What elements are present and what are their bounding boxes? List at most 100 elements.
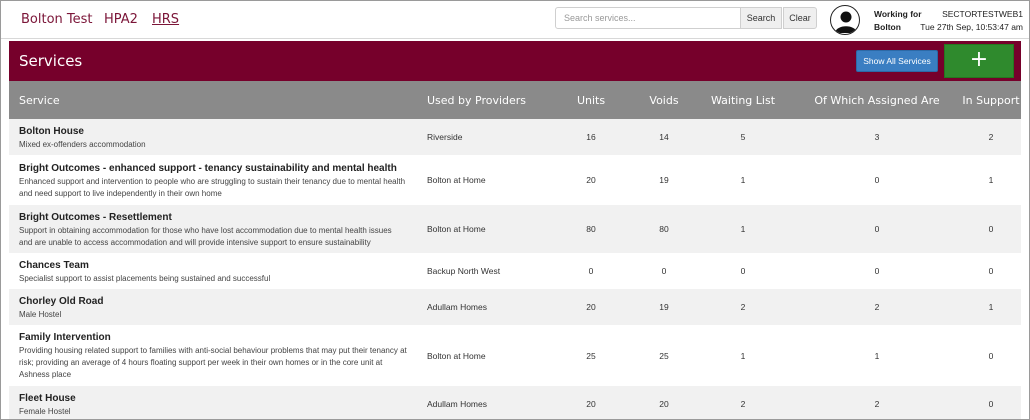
service-description: Specialist support to assist placements … bbox=[19, 273, 271, 283]
add-service-button[interactable]: + bbox=[944, 44, 1014, 78]
voids-cell: 25 bbox=[659, 350, 669, 361]
table-row[interactable]: Chorley Old Road Male Hostel Adullam Hom… bbox=[9, 289, 1021, 325]
assigned-cell: 3 bbox=[874, 132, 880, 142]
current-datetime: Tue 27th Sep, 10:53:47 am bbox=[920, 22, 1023, 32]
working-for: Working for Bolton bbox=[874, 8, 922, 34]
app-window: Bolton Test HPA2 HRS Search Clear Workin… bbox=[0, 0, 1030, 420]
in-support-cell: 2 bbox=[988, 132, 994, 142]
voids-cell: 14 bbox=[659, 132, 669, 142]
service-description: Support in obtaining accommodation for t… bbox=[19, 225, 392, 247]
waiting-list-cell: 2 bbox=[740, 399, 746, 409]
working-for-label: Working for bbox=[874, 9, 922, 19]
show-all-services-button[interactable]: Show All Services bbox=[856, 50, 938, 72]
column-header-in-support[interactable]: In Support bbox=[961, 81, 1021, 119]
column-header-voids[interactable]: Voids bbox=[635, 81, 693, 119]
in-support-cell: 0 bbox=[988, 266, 994, 276]
service-cell: Bright Outcomes - Resettlement Support i… bbox=[9, 205, 417, 253]
table-row[interactable]: Fleet House Female Hostel Adullam Homes … bbox=[9, 386, 1021, 419]
provider-cell: Riverside bbox=[427, 132, 463, 142]
nav-link-hpa2[interactable]: HPA2 bbox=[104, 12, 138, 27]
plus-icon: + bbox=[969, 47, 989, 72]
in-support-cell: 0 bbox=[988, 224, 994, 234]
in-support-cell: 1 bbox=[988, 302, 994, 312]
system-info: SECTORTESTWEB1 Tue 27th Sep, 10:53:47 am bbox=[920, 8, 1023, 34]
units-cell: 20 bbox=[586, 175, 596, 185]
service-description: Mixed ex-offenders accommodation bbox=[19, 139, 146, 149]
clear-button[interactable]: Clear bbox=[783, 7, 817, 29]
table-row[interactable]: Bright Outcomes - enhanced support - ten… bbox=[9, 155, 1021, 205]
assigned-cell: 1 bbox=[874, 350, 880, 361]
user-icon bbox=[835, 11, 857, 33]
waiting-list-cell: 2 bbox=[740, 302, 746, 312]
voids-cell: 20 bbox=[659, 399, 669, 409]
in-support-cell: 1 bbox=[988, 175, 994, 185]
assigned-cell: 2 bbox=[874, 302, 880, 312]
service-description: Enhanced support and intervention to peo… bbox=[19, 176, 406, 198]
column-header-waiting-list[interactable]: Waiting List bbox=[693, 81, 793, 119]
provider-cell: Bolton at Home bbox=[427, 175, 486, 185]
page-title: Services bbox=[19, 52, 83, 70]
nav-brand-link[interactable]: Bolton Test bbox=[21, 12, 93, 27]
services-table: Service Used by Providers Units Voids Wa… bbox=[9, 81, 1021, 419]
assigned-cell: 0 bbox=[874, 224, 880, 234]
service-description: Female Hostel bbox=[19, 406, 71, 416]
assigned-cell: 2 bbox=[874, 399, 880, 409]
service-cell: Fleet House Female Hostel bbox=[9, 386, 417, 419]
service-cell: Bright Outcomes - enhanced support - ten… bbox=[9, 155, 417, 205]
system-name: SECTORTESTWEB1 bbox=[942, 9, 1023, 19]
search-input[interactable] bbox=[555, 7, 741, 29]
nav-link-hrs[interactable]: HRS bbox=[152, 12, 179, 27]
table-row[interactable]: Chances Team Specialist support to assis… bbox=[9, 253, 1021, 289]
services-table-wrap: Service Used by Providers Units Voids Wa… bbox=[9, 81, 1021, 419]
waiting-list-cell: 0 bbox=[740, 266, 746, 276]
assigned-cell: 0 bbox=[874, 175, 880, 185]
column-header-assigned[interactable]: Of Which Assigned Are bbox=[793, 81, 961, 119]
service-name[interactable]: Bright Outcomes - enhanced support - ten… bbox=[19, 162, 407, 176]
table-row[interactable]: Bright Outcomes - Resettlement Support i… bbox=[9, 205, 1021, 253]
table-row[interactable]: Bolton House Mixed ex-offenders accommod… bbox=[9, 119, 1021, 155]
services-header: Services Show All Services + bbox=[9, 41, 1021, 81]
column-header-providers[interactable]: Used by Providers bbox=[417, 81, 547, 119]
voids-cell: 19 bbox=[659, 302, 669, 312]
service-description: Male Hostel bbox=[19, 309, 62, 319]
waiting-list-cell: 1 bbox=[740, 350, 746, 361]
table-row[interactable]: Family Intervention Providing housing re… bbox=[9, 325, 1021, 386]
service-name[interactable]: Chorley Old Road bbox=[19, 295, 407, 309]
provider-cell: Adullam Homes bbox=[427, 399, 487, 409]
service-description: Providing housing related support to fam… bbox=[19, 346, 407, 379]
units-cell: 20 bbox=[586, 302, 596, 312]
working-for-org: Bolton bbox=[874, 22, 901, 32]
provider-cell: Backup North West bbox=[427, 266, 501, 276]
service-name[interactable]: Chances Team bbox=[19, 259, 407, 273]
service-name[interactable]: Bright Outcomes - Resettlement bbox=[19, 211, 407, 225]
service-cell: Chances Team Specialist support to assis… bbox=[9, 253, 417, 289]
units-cell: 20 bbox=[586, 399, 596, 409]
column-header-units[interactable]: Units bbox=[547, 81, 635, 119]
provider-cell: Bolton at Home bbox=[427, 350, 486, 361]
waiting-list-cell: 1 bbox=[740, 175, 746, 185]
voids-cell: 19 bbox=[659, 175, 669, 185]
top-nav: Bolton Test HPA2 HRS Search Clear Workin… bbox=[1, 1, 1029, 39]
units-cell: 0 bbox=[588, 266, 594, 276]
in-support-cell: 0 bbox=[988, 350, 994, 361]
service-name[interactable]: Family Intervention bbox=[19, 331, 407, 345]
waiting-list-cell: 5 bbox=[740, 132, 746, 142]
voids-cell: 80 bbox=[659, 224, 669, 234]
service-cell: Family Intervention Providing housing re… bbox=[9, 325, 417, 386]
units-cell: 16 bbox=[586, 132, 596, 142]
avatar[interactable] bbox=[830, 5, 860, 35]
service-name[interactable]: Bolton House bbox=[19, 125, 407, 139]
units-cell: 80 bbox=[586, 224, 596, 234]
provider-cell: Bolton at Home bbox=[427, 224, 486, 234]
assigned-cell: 0 bbox=[874, 266, 880, 276]
service-cell: Chorley Old Road Male Hostel bbox=[9, 289, 417, 325]
provider-cell: Adullam Homes bbox=[427, 302, 487, 312]
in-support-cell: 0 bbox=[988, 399, 994, 409]
voids-cell: 0 bbox=[661, 266, 667, 276]
service-cell: Bolton House Mixed ex-offenders accommod… bbox=[9, 119, 417, 155]
waiting-list-cell: 1 bbox=[740, 224, 746, 234]
column-header-service[interactable]: Service bbox=[9, 81, 417, 119]
table-header-row: Service Used by Providers Units Voids Wa… bbox=[9, 81, 1021, 119]
search-button[interactable]: Search bbox=[740, 7, 782, 29]
service-name[interactable]: Fleet House bbox=[19, 392, 407, 406]
